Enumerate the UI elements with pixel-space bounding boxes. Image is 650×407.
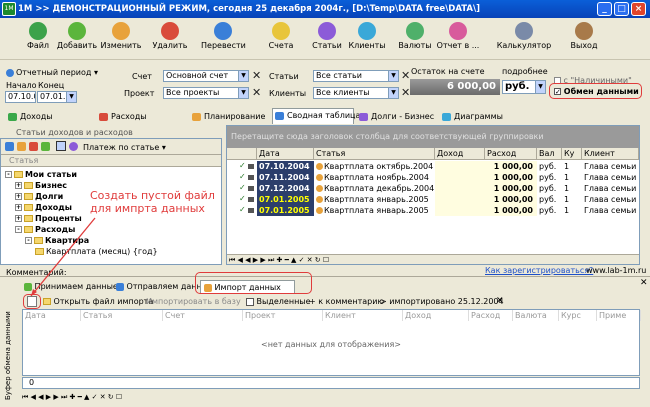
annotation-arrow [30,217,96,297]
